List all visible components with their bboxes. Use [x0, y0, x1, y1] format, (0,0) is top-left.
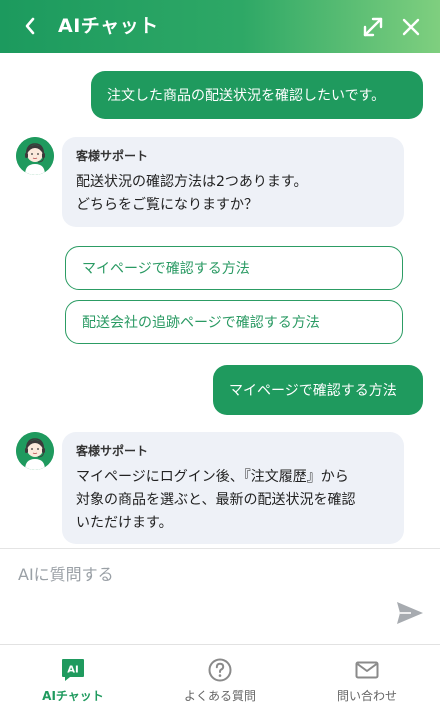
expand-button[interactable] [358, 12, 388, 42]
option-carrier-button[interactable]: 配送会社の追跡ページで確認する方法 [65, 300, 403, 344]
support-agent-icon [16, 137, 54, 175]
tab-label: AIチャット [42, 689, 104, 703]
ai-badge-text: AI [67, 665, 78, 676]
chat-area[interactable]: 注文した商品の配送状況を確認したいです。 客様サポート 配送状況の確認方法は2つ… [0, 53, 440, 548]
option-mypage-button[interactable]: マイページで確認する方法 [65, 246, 403, 290]
send-icon [397, 602, 423, 624]
tab-label: 問い合わせ [336, 689, 397, 703]
avatar [16, 137, 54, 175]
bot-name: 客様サポート [76, 444, 149, 458]
back-button[interactable] [16, 12, 44, 40]
expand-icon [363, 17, 383, 37]
tab-ai-chat[interactable]: AI AIチャット [0, 645, 146, 713]
option-label: 配送会社の追跡ページで確認する方法 [82, 315, 320, 331]
user-message-text: マイページで確認する方法 [229, 383, 397, 399]
tab-contact[interactable]: 問い合わせ [294, 645, 440, 713]
tab-faq[interactable]: よくある質問 [147, 645, 293, 713]
bot-message-text: マイページにログイン後、『注文履歴』から 対象の商品を選ぶと、最新の配送状況を確… [76, 469, 356, 531]
question-input[interactable] [16, 561, 400, 587]
option-label: マイページで確認する方法 [82, 261, 250, 277]
header-title: AIチャット [58, 15, 159, 37]
bot-message: 客様サポート マイページにログイン後、『注文履歴』から 対象の商品を選ぶと、最新… [62, 432, 404, 544]
bottom-tab-bar: AI AIチャット よくある質問 問い合わせ [0, 644, 440, 713]
user-message-text: 注文した商品の配送状況を確認したいです。 [107, 88, 386, 104]
tab-label: よくある質問 [183, 689, 256, 703]
close-button[interactable] [396, 12, 426, 42]
chevron-left-icon [25, 17, 35, 35]
bot-message: 客様サポート 配送状況の確認方法は2つあります。 どちらをご覧になりますか？ [62, 137, 404, 227]
support-agent-icon [16, 432, 54, 470]
question-circle-icon [208, 658, 232, 682]
user-message: マイページで確認する方法 [213, 365, 423, 415]
avatar [16, 432, 54, 470]
chat-header: AIチャット [0, 0, 440, 53]
mail-icon [355, 661, 379, 679]
user-message: 注文した商品の配送状況を確認したいです。 [91, 71, 423, 119]
ai-chat-icon: AI [62, 659, 84, 681]
message-composer [0, 548, 440, 645]
close-icon [402, 18, 420, 36]
bot-message-text: 配送状況の確認方法は2つあります。 どちらをご覧になりますか？ [76, 174, 308, 213]
bot-name: 客様サポート [76, 149, 149, 163]
send-button[interactable] [394, 597, 426, 629]
